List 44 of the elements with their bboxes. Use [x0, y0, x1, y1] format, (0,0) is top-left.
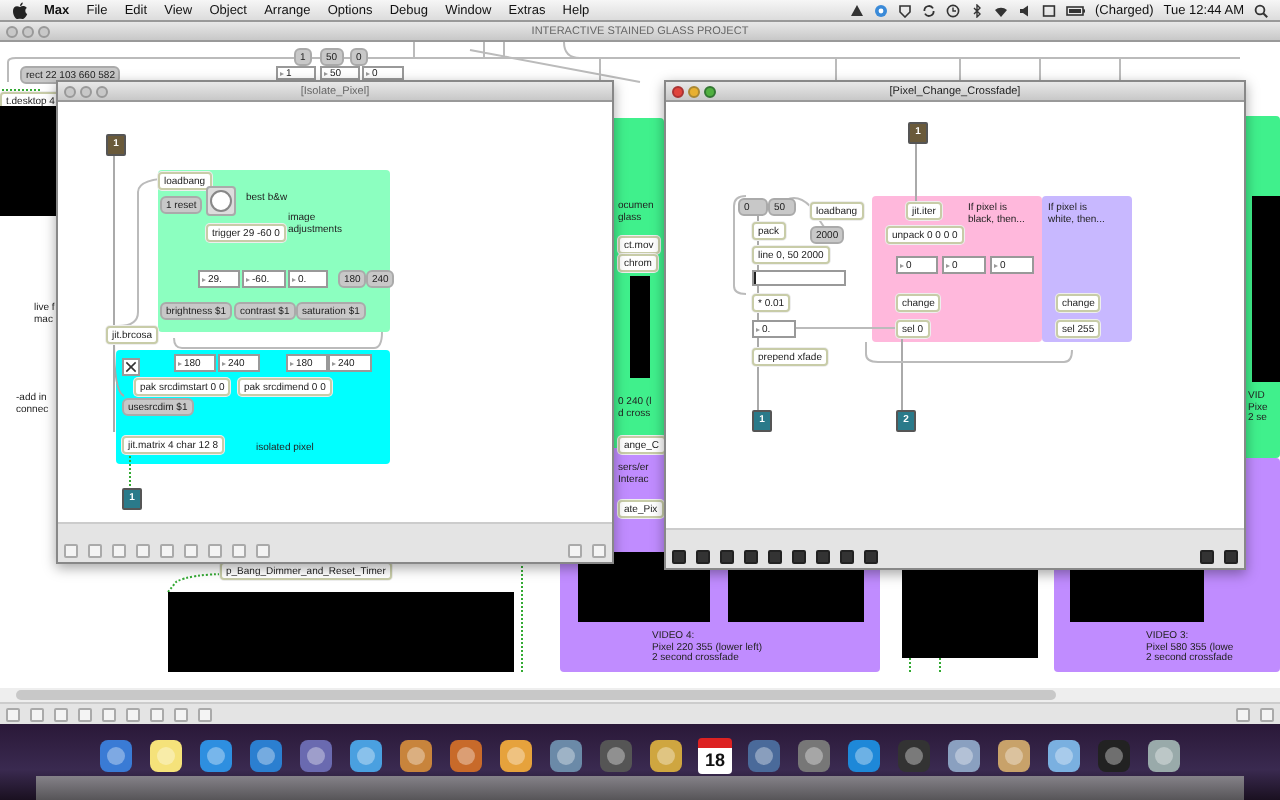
- app-icon[interactable]: [846, 738, 882, 774]
- display-icon[interactable]: [1041, 3, 1055, 17]
- sync-icon[interactable]: [921, 3, 935, 17]
- logo-icon[interactable]: [12, 1, 28, 19]
- wifi-icon[interactable]: [993, 3, 1007, 17]
- clock-icon[interactable]: [945, 3, 959, 17]
- app-icon[interactable]: [1046, 738, 1082, 774]
- video-display: [630, 276, 650, 378]
- zoom-button[interactable]: [96, 85, 108, 97]
- app-icon[interactable]: [746, 738, 782, 774]
- bang-button[interactable]: [206, 186, 236, 216]
- app-icon[interactable]: [298, 738, 334, 774]
- video-display: [0, 106, 56, 216]
- close-button[interactable]: [6, 25, 18, 37]
- app-icon[interactable]: [1146, 738, 1182, 774]
- app-icon[interactable]: [996, 738, 1032, 774]
- minimize-button[interactable]: [80, 85, 92, 97]
- close-button[interactable]: [64, 85, 76, 97]
- app-icon[interactable]: [946, 738, 982, 774]
- app-icon[interactable]: [498, 738, 534, 774]
- app-icon[interactable]: [548, 738, 584, 774]
- app-icon[interactable]: [98, 738, 134, 774]
- shield-icon[interactable]: [897, 3, 911, 17]
- minimize-button[interactable]: [688, 85, 700, 97]
- bluetooth-icon[interactable]: [969, 3, 983, 17]
- calendar-icon[interactable]: 18: [698, 738, 732, 774]
- app-icon[interactable]: [398, 738, 434, 774]
- battery-icon[interactable]: [1065, 3, 1085, 17]
- close-button[interactable]: [672, 85, 684, 97]
- app-icon[interactable]: [796, 738, 832, 774]
- minimize-button[interactable]: [22, 25, 34, 37]
- volume-icon[interactable]: [1017, 3, 1031, 17]
- zoom-button[interactable]: [38, 25, 50, 37]
- scrollbar[interactable]: [16, 690, 1056, 700]
- toggle[interactable]: [122, 358, 140, 376]
- triangle-icon[interactable]: [849, 3, 863, 17]
- app-icon[interactable]: [248, 738, 284, 774]
- app-icon[interactable]: [648, 738, 684, 774]
- app-icon[interactable]: [198, 738, 234, 774]
- app-icon[interactable]: [448, 738, 484, 774]
- app-icon[interactable]: [148, 738, 184, 774]
- app-icon[interactable]: [348, 738, 384, 774]
- zoom-button[interactable]: [704, 85, 716, 97]
- search-icon[interactable]: [1254, 3, 1268, 17]
